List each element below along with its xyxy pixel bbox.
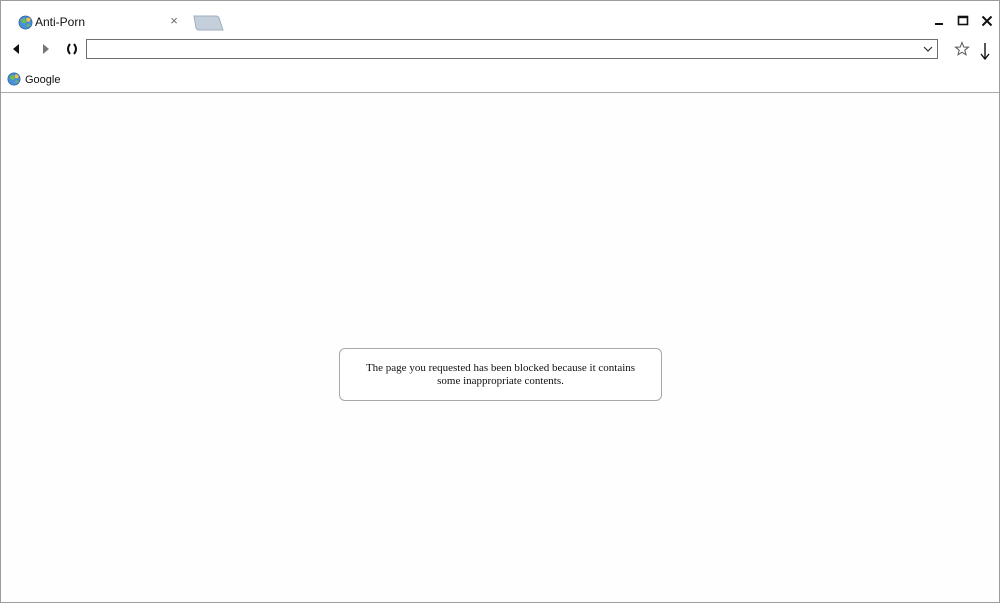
address-bar[interactable] [86, 39, 938, 59]
bookmarks-bar: Google [1, 67, 999, 91]
tab-close-button[interactable]: × [167, 14, 181, 28]
back-arrow-icon[interactable] [9, 41, 25, 57]
address-input[interactable] [91, 41, 911, 57]
close-icon[interactable] [977, 11, 997, 31]
new-tab-button[interactable] [193, 15, 224, 31]
navigation-toolbar [1, 37, 999, 63]
page-content: The page you requested has been blocked … [1, 93, 999, 602]
forward-arrow-icon[interactable] [37, 41, 53, 57]
download-icon[interactable] [978, 41, 992, 61]
tab-active[interactable]: Anti-Porn × [11, 10, 187, 36]
maximize-icon[interactable] [953, 11, 973, 31]
globe-icon [7, 72, 21, 86]
window-controls [929, 11, 999, 31]
browser-window: Anti-Porn × Google The page you requeste… [0, 0, 1000, 603]
minimize-icon[interactable] [929, 11, 949, 31]
globe-icon [18, 15, 33, 30]
blocked-message: The page you requested has been blocked … [365, 361, 636, 387]
chevron-down-icon[interactable] [921, 42, 935, 56]
blocked-message-box: The page you requested has been blocked … [339, 348, 662, 401]
bookmark-label: Google [25, 74, 61, 86]
tab-strip: Anti-Porn × [1, 1, 999, 37]
reload-icon[interactable] [64, 41, 80, 57]
star-icon[interactable] [954, 41, 970, 57]
tab-title: Anti-Porn [35, 15, 86, 29]
